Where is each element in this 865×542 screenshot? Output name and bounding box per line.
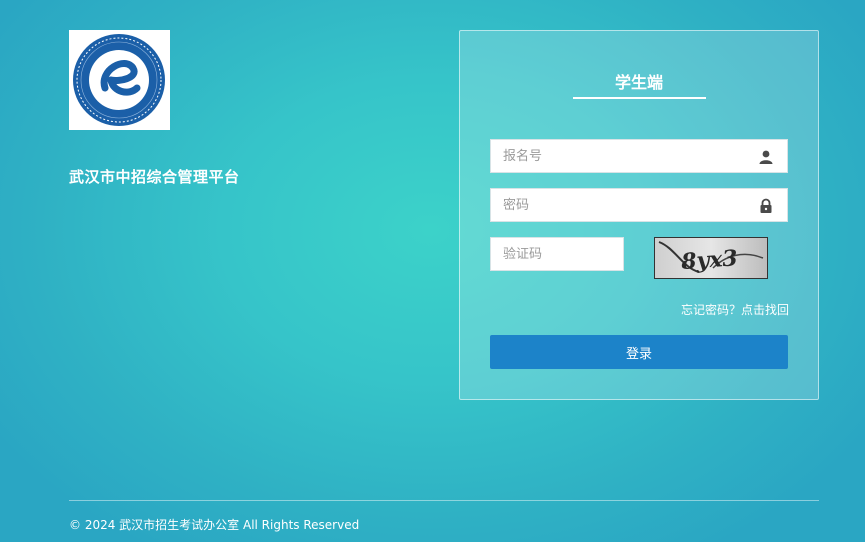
login-panel: 学生端 8 — [459, 30, 819, 400]
footer-divider — [69, 500, 819, 501]
lock-icon — [760, 198, 772, 213]
username-field[interactable] — [490, 139, 788, 173]
wuhan-admissions-emblem-icon — [73, 34, 165, 126]
login-button[interactable]: 登录 — [490, 335, 788, 369]
captcha-input[interactable] — [491, 238, 623, 270]
captcha-image[interactable]: 8yx3 — [654, 237, 768, 279]
footer-copyright: © 2024 武汉市招生考试办公室 All Rights Reserved — [69, 518, 360, 532]
logo — [69, 30, 170, 130]
active-tab-underline — [573, 97, 706, 99]
password-input[interactable] — [491, 189, 787, 221]
login-tab-student[interactable]: 学生端 — [460, 69, 818, 93]
captcha-text: 8yx3 — [679, 245, 738, 275]
captcha-field[interactable] — [490, 237, 624, 271]
forgot-password-link[interactable]: 忘记密码？点击找回 — [681, 301, 789, 318]
username-input[interactable] — [491, 140, 787, 172]
password-field[interactable] — [490, 188, 788, 222]
user-icon — [759, 150, 773, 164]
platform-title: 武汉市中招综合管理平台 — [69, 168, 240, 186]
